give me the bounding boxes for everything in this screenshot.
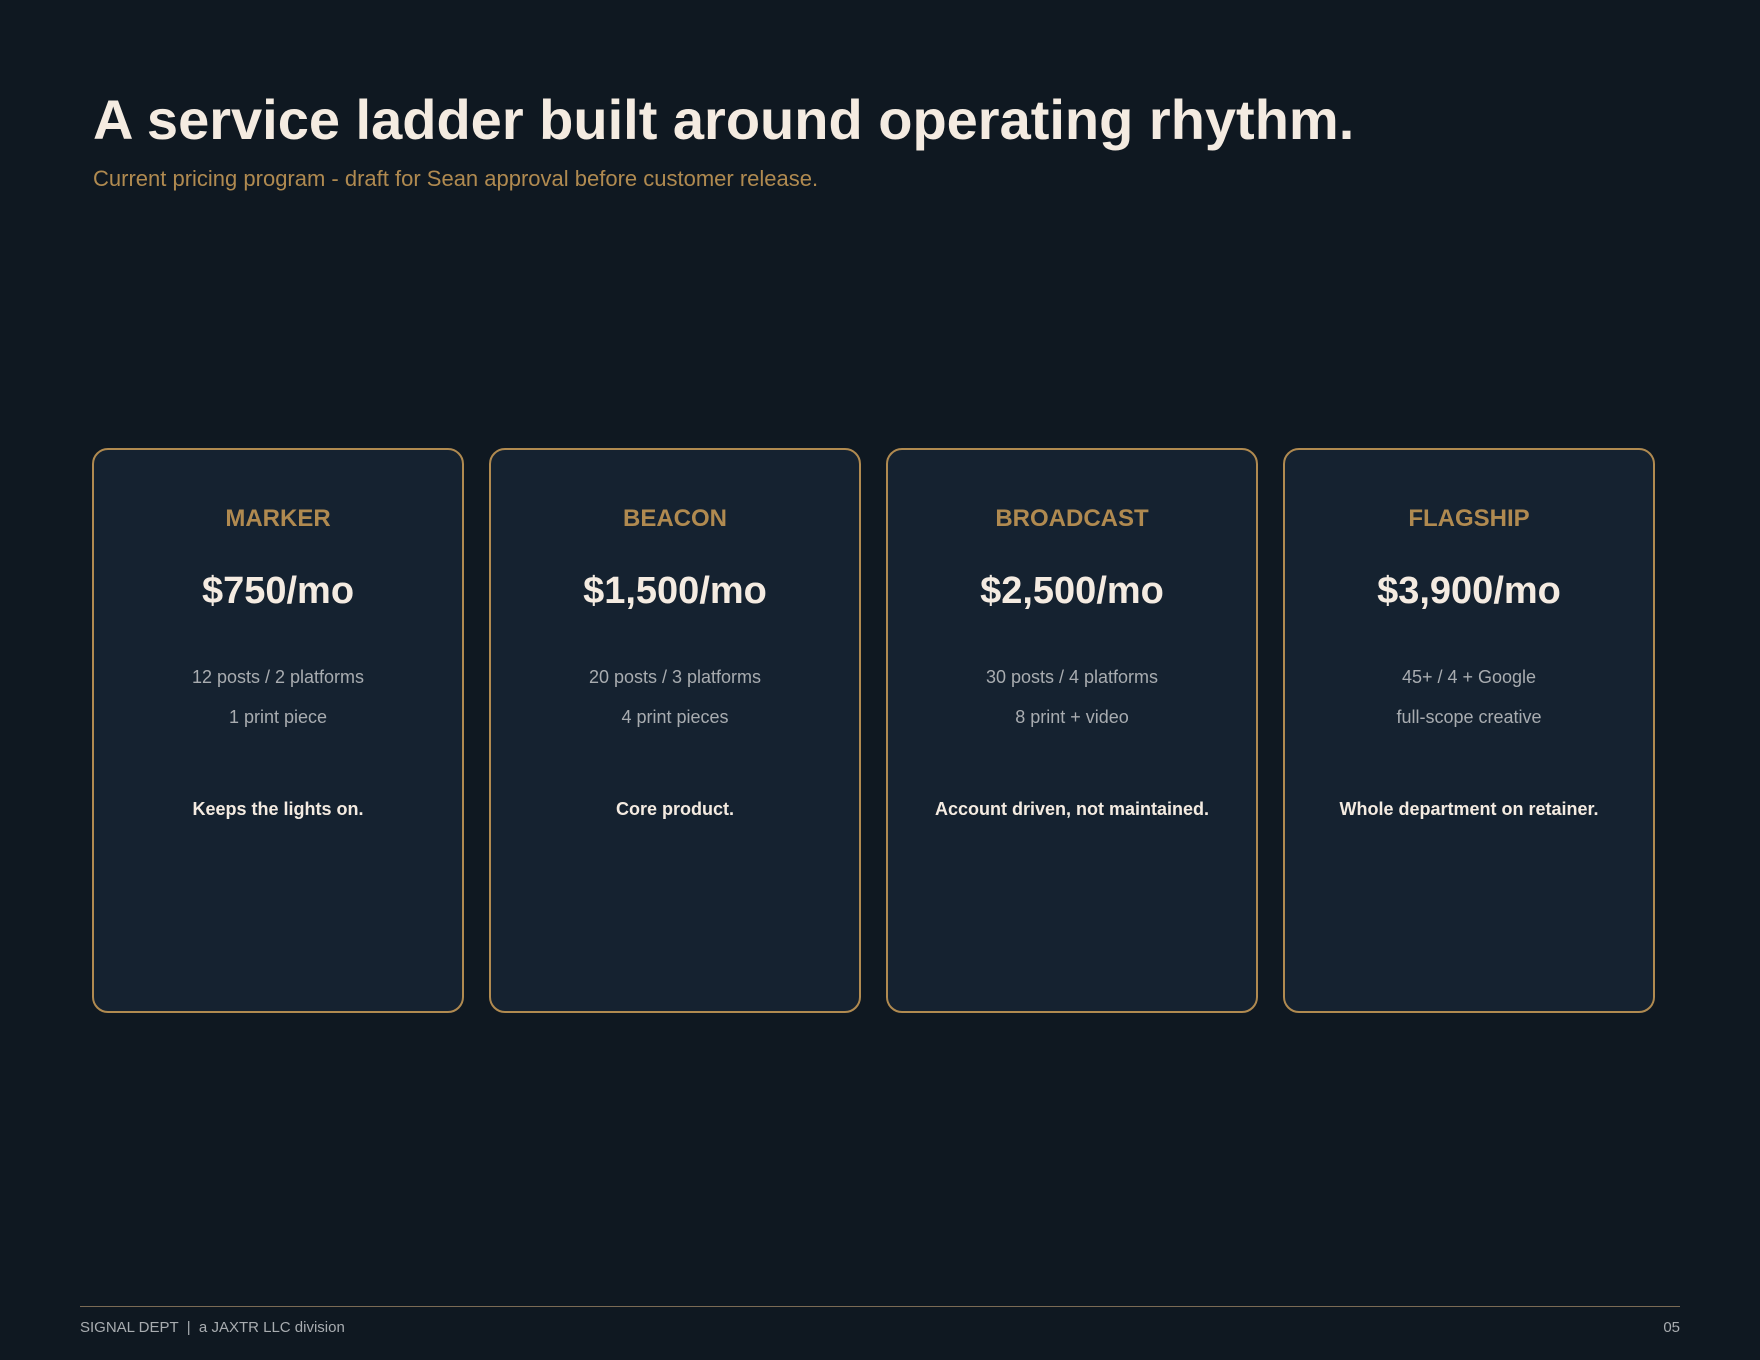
tier-name: FLAGSHIP — [1408, 505, 1530, 532]
tier-tagline: Keeps the lights on. — [192, 799, 364, 819]
page-number: 05 — [1663, 1319, 1680, 1336]
tier-name: MARKER — [225, 505, 331, 532]
tier-feature: 1 print piece — [228, 707, 328, 727]
tier-feature: 20 posts / 3 platforms — [588, 667, 762, 687]
tier-card-beacon: BEACON $1,500/mo 20 posts / 3 platforms … — [489, 448, 861, 1013]
tier-feature: 30 posts / 4 platforms — [985, 667, 1159, 687]
tier-name: BROADCAST — [995, 505, 1149, 532]
tier-price: $2,500/mo — [980, 570, 1164, 612]
page-subtitle: Current pricing program - draft for Sean… — [93, 166, 819, 191]
tier-price: $3,900/mo — [1377, 570, 1561, 612]
footer-divider — [80, 1306, 1680, 1307]
pricing-tiers: MARKER $750/mo 12 posts / 2 platforms 1 … — [92, 448, 1655, 1013]
tier-tagline: Core product. — [615, 799, 734, 819]
tier-feature: 45+ / 4 + Google — [1401, 667, 1537, 687]
page-title: A service ladder built around operating … — [93, 88, 1355, 151]
tier-card-marker: MARKER $750/mo 12 posts / 2 platforms 1 … — [92, 448, 464, 1013]
tier-tagline: Whole department on retainer. — [1339, 799, 1599, 819]
tier-feature: full-scope creative — [1396, 707, 1542, 727]
tier-name: BEACON — [622, 505, 727, 532]
tier-feature: 8 print + video — [1015, 707, 1129, 727]
tier-tagline: Account driven, not maintained. — [934, 799, 1210, 819]
tier-card-flagship: FLAGSHIP $3,900/mo 45+ / 4 + Google full… — [1283, 448, 1655, 1013]
tier-price: $1,500/mo — [583, 570, 767, 612]
footer-brand: SIGNAL DEPT | a JAXTR LLC division — [80, 1319, 345, 1336]
tier-card-broadcast: BROADCAST $2,500/mo 30 posts / 4 platfor… — [886, 448, 1258, 1013]
tier-feature: 12 posts / 2 platforms — [191, 667, 365, 687]
tier-price: $750/mo — [201, 570, 355, 612]
tier-feature: 4 print pieces — [621, 707, 729, 727]
